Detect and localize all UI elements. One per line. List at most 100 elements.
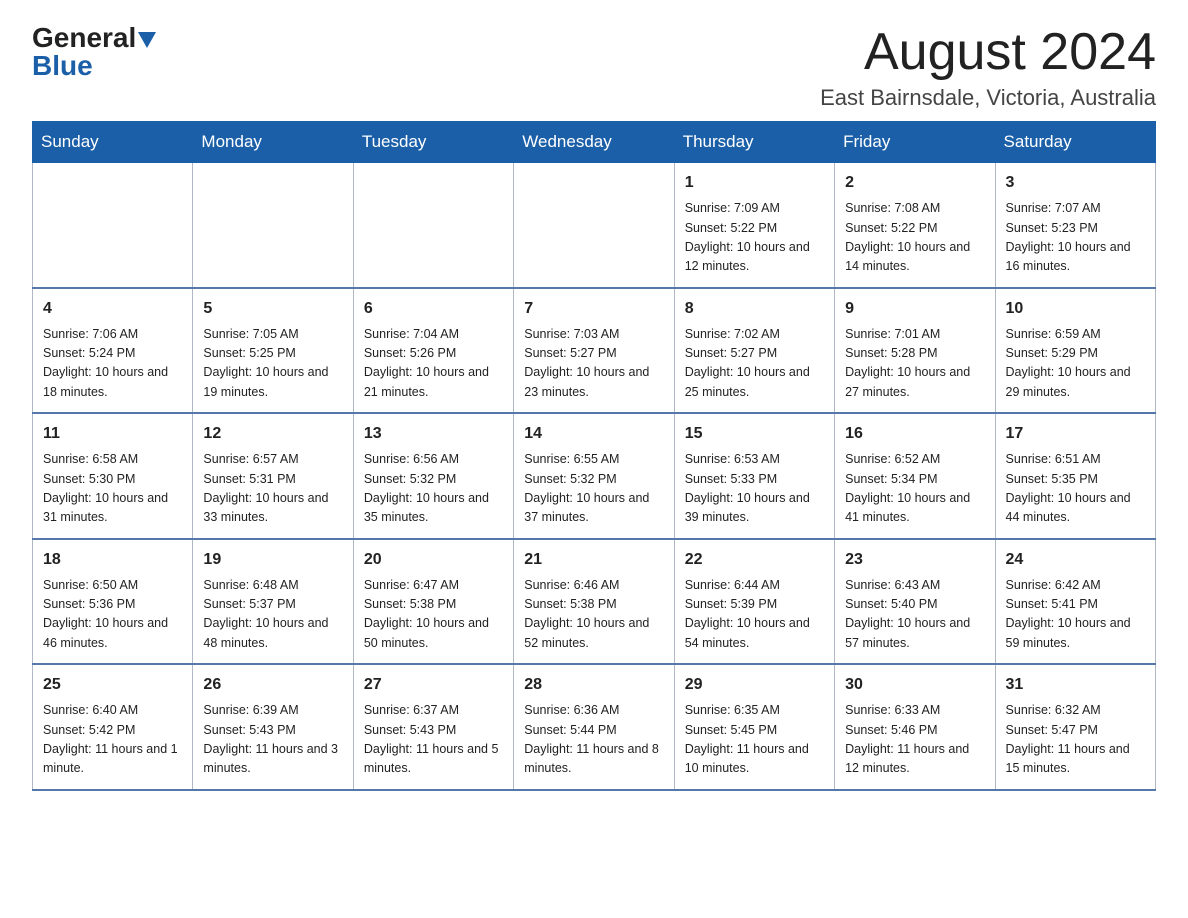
day-number: 26 — [203, 673, 342, 697]
calendar-cell — [33, 163, 193, 288]
day-number: 28 — [524, 673, 663, 697]
calendar-cell — [193, 163, 353, 288]
day-info: Sunrise: 6:56 AM Sunset: 5:32 PM Dayligh… — [364, 450, 503, 528]
day-info: Sunrise: 6:46 AM Sunset: 5:38 PM Dayligh… — [524, 576, 663, 654]
calendar-cell: 27Sunrise: 6:37 AM Sunset: 5:43 PM Dayli… — [353, 664, 513, 790]
title-block: August 2024 East Bairnsdale, Victoria, A… — [820, 24, 1156, 111]
calendar-week-row: 18 Sunrise: 6:50 AM Sunset: 5:36 PM Dayli… — [33, 539, 1156, 665]
calendar-cell: 9Sunrise: 7:01 AM Sunset: 5:28 PM Daylig… — [835, 288, 995, 414]
day-info: Sunrise: 6:32 AM Sunset: 5:47 PM Dayligh… — [1006, 701, 1145, 779]
column-header-thursday: Thursday — [674, 122, 834, 163]
day-number: 22 — [685, 548, 824, 572]
day-number: 10 — [1006, 297, 1145, 321]
day-number: 31 — [1006, 673, 1145, 697]
logo-blue-text: Blue — [32, 50, 93, 81]
day-number: 14 — [524, 422, 663, 446]
day-info: Sunrise: 6:33 AM Sunset: 5:46 PM Dayligh… — [845, 701, 984, 779]
day-number: 8 — [685, 297, 824, 321]
day-info: Sunrise: 6:55 AM Sunset: 5:32 PM Dayligh… — [524, 450, 663, 528]
day-info: Sunrise: 6:36 AM Sunset: 5:44 PM Dayligh… — [524, 701, 663, 779]
day-number: 27 — [364, 673, 503, 697]
day-info: Sunrise: 7:05 AM Sunset: 5:25 PM Dayligh… — [203, 325, 342, 403]
day-info: Sunrise: 6:52 AM Sunset: 5:34 PM Dayligh… — [845, 450, 984, 528]
day-info: Sunrise: 6:35 AM Sunset: 5:45 PM Dayligh… — [685, 701, 824, 779]
location: East Bairnsdale, Victoria, Australia — [820, 85, 1156, 111]
day-number: 18 — [43, 548, 182, 572]
day-number: 29 — [685, 673, 824, 697]
day-info: Sunrise: 6:53 AM Sunset: 5:33 PM Dayligh… — [685, 450, 824, 528]
calendar-cell: 19Sunrise: 6:48 AM Sunset: 5:37 PM Dayli… — [193, 539, 353, 665]
column-header-tuesday: Tuesday — [353, 122, 513, 163]
day-number: 16 — [845, 422, 984, 446]
day-info: Sunrise: 7:06 AM Sunset: 5:24 PM Dayligh… — [43, 325, 182, 403]
calendar-cell: 17Sunrise: 6:51 AM Sunset: 5:35 PM Dayli… — [995, 413, 1155, 539]
calendar-cell: 2 Sunrise: 7:08 AM Sunset: 5:22 PM Daylig… — [835, 163, 995, 288]
calendar-header-row: SundayMondayTuesdayWednesdayThursdayFrid… — [33, 122, 1156, 163]
day-number: 4 — [43, 297, 182, 321]
day-info: Sunrise: 6:40 AM Sunset: 5:42 PM Dayligh… — [43, 701, 182, 779]
day-info: Sunrise: 6:43 AM Sunset: 5:40 PM Dayligh… — [845, 576, 984, 654]
day-number: 1 — [685, 171, 824, 195]
day-info: Sunrise: 6:59 AM Sunset: 5:29 PM Dayligh… — [1006, 325, 1145, 403]
day-number: 30 — [845, 673, 984, 697]
calendar-cell: 6 Sunrise: 7:04 AM Sunset: 5:26 PM Daylig… — [353, 288, 513, 414]
day-number: 12 — [203, 422, 342, 446]
day-number: 2 — [845, 171, 984, 195]
day-number: 6 — [364, 297, 503, 321]
day-info: Sunrise: 7:03 AM Sunset: 5:27 PM Dayligh… — [524, 325, 663, 403]
column-header-wednesday: Wednesday — [514, 122, 674, 163]
calendar-week-row: 11Sunrise: 6:58 AM Sunset: 5:30 PM Dayli… — [33, 413, 1156, 539]
calendar-cell: 29 Sunrise: 6:35 AM Sunset: 5:45 PM Dayli… — [674, 664, 834, 790]
calendar-cell: 3 Sunrise: 7:07 AM Sunset: 5:23 PM Daylig… — [995, 163, 1155, 288]
calendar-cell: 4 Sunrise: 7:06 AM Sunset: 5:24 PM Daylig… — [33, 288, 193, 414]
day-info: Sunrise: 6:57 AM Sunset: 5:31 PM Dayligh… — [203, 450, 342, 528]
day-info: Sunrise: 6:47 AM Sunset: 5:38 PM Dayligh… — [364, 576, 503, 654]
day-info: Sunrise: 6:48 AM Sunset: 5:37 PM Dayligh… — [203, 576, 342, 654]
day-info: Sunrise: 6:42 AM Sunset: 5:41 PM Dayligh… — [1006, 576, 1145, 654]
day-number: 17 — [1006, 422, 1145, 446]
calendar-cell: 7 Sunrise: 7:03 AM Sunset: 5:27 PM Daylig… — [514, 288, 674, 414]
calendar-cell: 13Sunrise: 6:56 AM Sunset: 5:32 PM Dayli… — [353, 413, 513, 539]
calendar-cell: 30 Sunrise: 6:33 AM Sunset: 5:46 PM Dayli… — [835, 664, 995, 790]
day-number: 23 — [845, 548, 984, 572]
calendar-week-row: 1Sunrise: 7:09 AM Sunset: 5:22 PM Daylig… — [33, 163, 1156, 288]
column-header-saturday: Saturday — [995, 122, 1155, 163]
calendar-cell: 5Sunrise: 7:05 AM Sunset: 5:25 PM Daylig… — [193, 288, 353, 414]
calendar-cell: 12 Sunrise: 6:57 AM Sunset: 5:31 PM Dayli… — [193, 413, 353, 539]
day-info: Sunrise: 6:39 AM Sunset: 5:43 PM Dayligh… — [203, 701, 342, 779]
calendar-cell: 1Sunrise: 7:09 AM Sunset: 5:22 PM Daylig… — [674, 163, 834, 288]
day-info: Sunrise: 7:07 AM Sunset: 5:23 PM Dayligh… — [1006, 199, 1145, 277]
day-info: Sunrise: 6:50 AM Sunset: 5:36 PM Dayligh… — [43, 576, 182, 654]
column-header-friday: Friday — [835, 122, 995, 163]
page-header: GeneralBlue August 2024 East Bairnsdale,… — [32, 24, 1156, 111]
day-info: Sunrise: 7:02 AM Sunset: 5:27 PM Dayligh… — [685, 325, 824, 403]
calendar-week-row: 4 Sunrise: 7:06 AM Sunset: 5:24 PM Daylig… — [33, 288, 1156, 414]
day-info: Sunrise: 6:44 AM Sunset: 5:39 PM Dayligh… — [685, 576, 824, 654]
calendar-cell: 10 Sunrise: 6:59 AM Sunset: 5:29 PM Dayli… — [995, 288, 1155, 414]
day-number: 11 — [43, 422, 182, 446]
day-number: 3 — [1006, 171, 1145, 195]
calendar-cell: 28 Sunrise: 6:36 AM Sunset: 5:44 PM Dayli… — [514, 664, 674, 790]
calendar-cell: 21Sunrise: 6:46 AM Sunset: 5:38 PM Dayli… — [514, 539, 674, 665]
logo-text: GeneralBlue — [32, 24, 156, 80]
day-number: 15 — [685, 422, 824, 446]
calendar-cell: 18 Sunrise: 6:50 AM Sunset: 5:36 PM Dayli… — [33, 539, 193, 665]
column-header-monday: Monday — [193, 122, 353, 163]
calendar-cell: 22 Sunrise: 6:44 AM Sunset: 5:39 PM Dayli… — [674, 539, 834, 665]
calendar-table: SundayMondayTuesdayWednesdayThursdayFrid… — [32, 121, 1156, 791]
calendar-cell: 26 Sunrise: 6:39 AM Sunset: 5:43 PM Dayli… — [193, 664, 353, 790]
day-number: 7 — [524, 297, 663, 321]
calendar-cell: 14 Sunrise: 6:55 AM Sunset: 5:32 PM Dayli… — [514, 413, 674, 539]
calendar-cell: 31 Sunrise: 6:32 AM Sunset: 5:47 PM Dayli… — [995, 664, 1155, 790]
calendar-cell: 20 Sunrise: 6:47 AM Sunset: 5:38 PM Dayli… — [353, 539, 513, 665]
calendar-cell: 16 Sunrise: 6:52 AM Sunset: 5:34 PM Dayli… — [835, 413, 995, 539]
calendar-cell: 15 Sunrise: 6:53 AM Sunset: 5:33 PM Dayli… — [674, 413, 834, 539]
day-info: Sunrise: 7:04 AM Sunset: 5:26 PM Dayligh… — [364, 325, 503, 403]
day-info: Sunrise: 7:08 AM Sunset: 5:22 PM Dayligh… — [845, 199, 984, 277]
calendar-cell — [353, 163, 513, 288]
day-number: 20 — [364, 548, 503, 572]
calendar-cell: 8 Sunrise: 7:02 AM Sunset: 5:27 PM Daylig… — [674, 288, 834, 414]
logo: GeneralBlue — [32, 24, 156, 80]
day-number: 24 — [1006, 548, 1145, 572]
calendar-cell: 11Sunrise: 6:58 AM Sunset: 5:30 PM Dayli… — [33, 413, 193, 539]
